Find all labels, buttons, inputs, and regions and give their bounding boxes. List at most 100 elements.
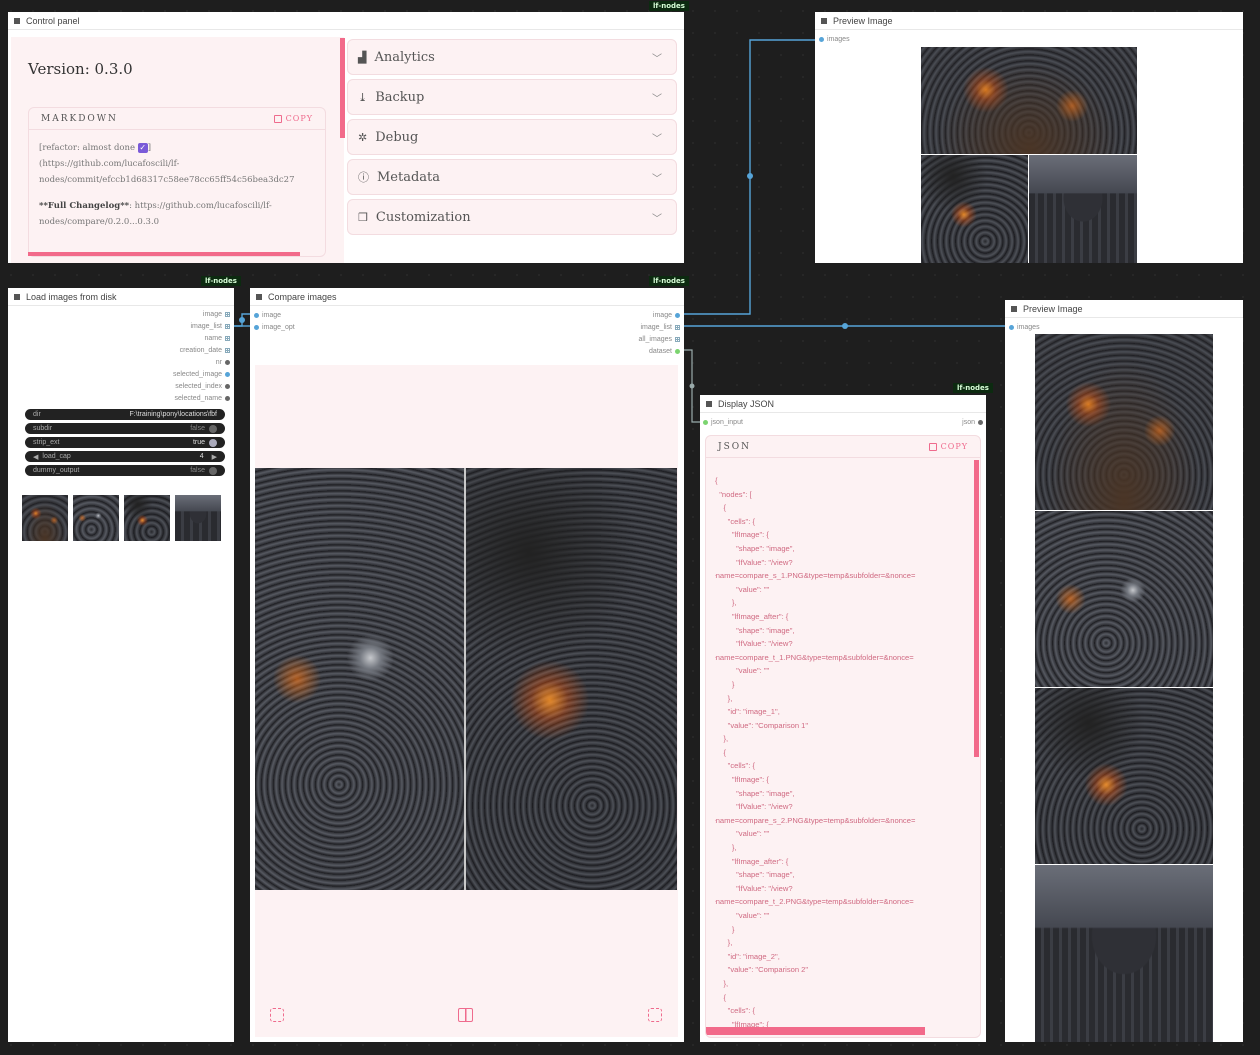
output-slot-image-list[interactable]: image_list: [190, 320, 230, 332]
dir-widget[interactable]: dir F:\training\pony\locations\fbf: [25, 409, 225, 420]
md-link[interactable]: (https://github.com/lucafoscili/lf-: [39, 156, 315, 172]
output-slot-selected-name[interactable]: selected_name: [175, 392, 230, 404]
subdir-toggle[interactable]: subdir false: [25, 423, 225, 434]
input-dot-icon[interactable]: [703, 419, 708, 425]
md-link[interactable]: nodes/compare/0.2.0...0.3.0: [39, 214, 315, 230]
previous-image-icon[interactable]: [270, 1008, 284, 1022]
list-output-icon[interactable]: [225, 323, 230, 329]
preview-image-1: [1035, 334, 1213, 510]
input-dot-icon[interactable]: [254, 312, 259, 318]
list-output-icon[interactable]: [225, 311, 230, 317]
md-link[interactable]: nodes/commit/efccb1d68317c58ee78cc65ff54…: [39, 172, 315, 188]
output-dot-icon[interactable]: [225, 371, 230, 377]
node-header[interactable]: Preview Image: [1005, 300, 1243, 318]
compare-slider-handle[interactable]: [464, 468, 466, 890]
preview-image-2: [1035, 511, 1213, 687]
output-dot-icon[interactable]: [675, 312, 680, 318]
preview-image-node-right[interactable]: Preview Image images: [1005, 300, 1243, 1042]
input-slot-image[interactable]: image: [254, 309, 295, 321]
node-header[interactable]: Compare images: [250, 288, 684, 306]
output-slot-nr[interactable]: nr: [216, 356, 230, 368]
node-header[interactable]: Control panel: [8, 12, 684, 30]
input-slot-json-input[interactable]: json_input: [703, 416, 743, 428]
slot-label: images: [1017, 323, 1040, 331]
compare-images-node[interactable]: Compare images image image_opt image ima…: [250, 288, 684, 1042]
node-header[interactable]: Preview Image: [815, 12, 1243, 30]
json-line: }: [715, 679, 735, 689]
output-slot-image[interactable]: image: [653, 309, 680, 321]
slot-label: json_input: [711, 418, 743, 426]
input-dot-icon[interactable]: [819, 36, 824, 42]
collapse-icon[interactable]: [256, 293, 262, 300]
preview-image-node-top[interactable]: Preview Image images: [815, 12, 1243, 263]
copy-button[interactable]: COPY: [273, 114, 313, 123]
node-header[interactable]: Display JSON: [700, 395, 986, 413]
output-slot-json[interactable]: json: [962, 416, 983, 428]
split-view-icon[interactable]: [458, 1008, 473, 1022]
horizontal-scrollbar[interactable]: [706, 1027, 925, 1035]
chevron-down-icon: ﹀: [652, 213, 662, 225]
thumbnail-3[interactable]: [124, 495, 170, 541]
list-output-icon[interactable]: [225, 335, 230, 341]
vertical-scrollbar[interactable]: [974, 460, 979, 757]
output-slot-image-list[interactable]: image_list: [640, 321, 680, 333]
collapse-icon[interactable]: [14, 293, 20, 300]
list-output-icon[interactable]: [675, 324, 680, 330]
compare-image-after[interactable]: [465, 468, 677, 890]
thumbnail-2[interactable]: [73, 495, 119, 541]
thumbnail-1[interactable]: [22, 495, 68, 541]
list-output-icon[interactable]: [675, 336, 680, 342]
output-slot-dataset[interactable]: dataset: [649, 345, 680, 357]
increment-arrow-icon[interactable]: ▶: [212, 453, 217, 461]
node-header[interactable]: Load images from disk: [8, 288, 234, 306]
compare-image-before[interactable]: [255, 468, 465, 890]
output-slot-all-images[interactable]: all_images: [639, 333, 680, 345]
strip-ext-toggle[interactable]: strip_ext true: [25, 437, 225, 448]
preview-image-3: [1029, 155, 1137, 263]
thumbnail-4[interactable]: [175, 495, 221, 541]
output-slot-image[interactable]: image: [203, 308, 230, 320]
slot-label: selected_image: [172, 370, 222, 378]
copy-button[interactable]: COPY: [928, 442, 968, 451]
lf-nodes-badge: lf-nodes: [201, 276, 241, 286]
output-slot-selected-image[interactable]: selected_image: [173, 368, 230, 380]
decrement-arrow-icon[interactable]: ◀: [33, 453, 38, 461]
load-images-node[interactable]: Load images from disk image image_list n…: [8, 288, 234, 1042]
output-slot-creation-date[interactable]: creation_date: [180, 344, 230, 356]
output-slot-name[interactable]: name: [204, 332, 230, 344]
horizontal-scrollbar[interactable]: [28, 252, 300, 256]
accordion-customization[interactable]: ❒ Customization ﹀: [347, 199, 677, 235]
load-cap-stepper[interactable]: ◀ load_cap 4 ▶: [25, 451, 225, 462]
output-dot-icon[interactable]: [225, 359, 230, 365]
json-line: },: [715, 978, 729, 988]
md-link[interactable]: : https://github.com/lucafoscili/lf-: [129, 201, 272, 211]
json-line: "shape": "image",: [715, 788, 795, 798]
next-image-icon[interactable]: [648, 1008, 662, 1022]
dummy-output-toggle[interactable]: dummy_output false: [25, 465, 225, 476]
lf-nodes-badge: lf-nodes: [649, 276, 689, 286]
list-output-icon[interactable]: [225, 347, 230, 353]
input-dot-icon[interactable]: [254, 324, 259, 330]
json-line: "shape": "image",: [715, 870, 795, 880]
collapse-icon[interactable]: [706, 400, 712, 407]
input-slot-images[interactable]: images: [1005, 321, 1243, 333]
input-dot-icon[interactable]: [1009, 324, 1014, 330]
output-dot-icon[interactable]: [978, 419, 983, 425]
accordion-analytics[interactable]: ▟ Analytics ﹀: [347, 39, 677, 75]
input-slot-images[interactable]: images: [815, 33, 1243, 45]
chart-icon: ▟: [358, 50, 367, 64]
collapse-icon[interactable]: [821, 17, 827, 24]
collapse-icon[interactable]: [14, 17, 20, 24]
accordion-metadata[interactable]: ⓘ Metadata ﹀: [347, 159, 677, 195]
json-line: "cells": {: [715, 761, 755, 771]
output-dot-icon[interactable]: [225, 383, 230, 389]
input-slot-image-opt[interactable]: image_opt: [254, 321, 295, 333]
display-json-node[interactable]: Display JSON json_input json JSON COPY {…: [700, 395, 986, 1042]
collapse-icon[interactable]: [1011, 305, 1017, 312]
palette-icon: ❒: [358, 210, 368, 224]
output-dot-icon[interactable]: [675, 348, 680, 354]
accordion-debug[interactable]: ✲ Debug ﹀: [347, 119, 677, 155]
accordion-backup[interactable]: ⤓ Backup ﹀: [347, 79, 677, 115]
output-dot-icon[interactable]: [225, 395, 230, 401]
output-slot-selected-index[interactable]: selected_index: [175, 380, 230, 392]
